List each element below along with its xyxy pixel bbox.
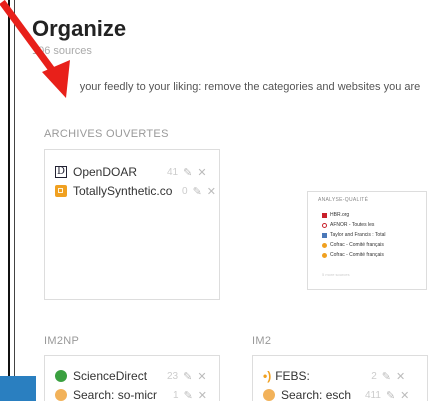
edit-icon[interactable]: ✎ [183,166,192,179]
opendoar-icon: D [55,166,67,178]
source-row[interactable]: HBR.org [322,212,349,218]
search-icon [263,389,275,401]
unread-count: 2 [371,370,377,382]
source-row[interactable]: Cofrac - Comité français [322,242,384,248]
category-title-archives[interactable]: ARCHIVES OUVERTES [44,128,169,140]
taylor-icon [322,232,327,238]
unread-count: 41 [167,166,179,178]
source-row[interactable]: Search: esch 411 ✎ ✕ [263,387,409,401]
more-sources-label: 5 more sources [322,272,350,277]
source-row[interactable]: ScienceDirect 23 ✎ ✕ [55,368,207,384]
unread-count: 0 [182,185,188,197]
category-card-im2np: ScienceDirect 23 ✎ ✕ Search: so-micr 1 ✎… [44,355,220,401]
source-name: ScienceDirect [73,369,148,383]
category-card-im2: •) FEBS: 2 ✎ ✕ Search: esch 411 ✎ ✕ [252,355,428,401]
source-row[interactable]: Cofrac - Comité français [322,252,384,258]
category-title-im2[interactable]: IM2 [252,335,271,347]
source-name: FEBS: [275,369,310,383]
window-border-inner [14,0,15,380]
page-title: Organize [32,16,127,41]
source-name: TotallySynthetic.co [73,184,173,198]
unread-count: 1 [173,389,179,401]
unread-count: 411 [365,389,381,401]
afnor-icon [322,222,327,228]
source-row[interactable]: •) FEBS: 2 ✎ ✕ [263,368,405,384]
window-border [8,0,10,380]
remove-icon[interactable]: ✕ [197,370,206,383]
category-card-archives: D OpenDOAR 41 ✎ ✕ TotallySynthetic.co 0 … [44,149,220,300]
source-name: OpenDOAR [73,165,138,179]
totallysynthetic-icon [55,185,67,197]
category-card-analyse[interactable]: ANALYSE-QUALITÉ HBR.org AFNOR - Toutes l… [307,191,427,290]
organize-panel: Organize 106 sources Organize your feedl… [20,0,440,401]
source-name: Search: so-micr [73,388,158,401]
remove-icon[interactable]: ✕ [197,166,206,179]
source-name: AFNOR - Toutes les [330,222,375,228]
rss-icon [322,242,327,248]
edit-icon[interactable]: ✎ [184,389,193,401]
intro-text: Organize your feedly to your liking: rem… [32,81,421,93]
source-count: 106 sources [32,45,92,57]
unread-count: 23 [167,370,179,382]
source-name: Taylor and Francis : Total [330,232,386,238]
rss-icon [322,252,327,258]
sciencedirect-icon [55,370,67,382]
edit-icon[interactable]: ✎ [386,389,395,401]
hbr-icon [322,212,327,218]
sidebar-edge [0,376,36,401]
source-row[interactable]: Taylor and Francis : Total [322,232,386,238]
source-row[interactable]: Search: so-micr 1 ✎ ✕ [55,387,207,401]
source-name: HBR.org [330,212,350,218]
search-icon [55,389,67,401]
category-title-analyse: ANALYSE-QUALITÉ [318,197,369,203]
source-name: Cofrac - Comité français [330,242,384,248]
app-window: Organize 106 sources Organize your feedl… [0,0,440,401]
remove-icon[interactable]: ✕ [198,389,207,401]
arrow-occlusion [32,78,78,96]
source-name: Search: esch [281,388,352,401]
edit-icon[interactable]: ✎ [183,370,192,383]
remove-icon[interactable]: ✕ [396,370,405,383]
source-name: Cofrac - Comité français [330,252,384,258]
source-row[interactable]: AFNOR - Toutes les [322,222,374,228]
remove-icon[interactable]: ✕ [400,389,409,401]
edit-icon[interactable]: ✎ [382,370,391,383]
remove-icon[interactable]: ✕ [207,185,216,198]
source-row[interactable]: D OpenDOAR 41 ✎ ✕ [55,164,207,180]
source-row[interactable]: TotallySynthetic.co 0 ✎ ✕ [55,183,216,199]
rss-icon: •) [263,369,272,383]
category-title-im2np[interactable]: IM2NP [44,335,79,347]
edit-icon[interactable]: ✎ [193,185,202,198]
